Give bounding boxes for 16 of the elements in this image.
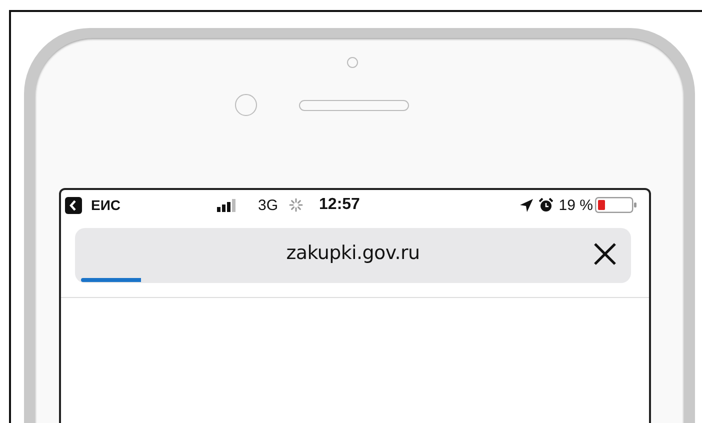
- close-button[interactable]: [593, 242, 617, 266]
- location-arrow-icon: [520, 198, 533, 212]
- battery-percentage: 19 %: [558, 196, 593, 214]
- speaker-icon: [299, 100, 409, 110]
- alarm-clock-icon: [538, 198, 553, 212]
- back-icon[interactable]: [65, 196, 82, 214]
- loading-spinner-icon: [289, 198, 304, 212]
- close-icon: [594, 243, 616, 265]
- sensor-icon: [347, 57, 358, 68]
- time: 12:57: [319, 196, 360, 214]
- url-text[interactable]: zakupki.gov.ru: [286, 242, 420, 264]
- camera-icon: [235, 94, 257, 116]
- network-type: 3G: [258, 196, 278, 214]
- battery-low-icon: [595, 197, 637, 213]
- signal-icon: [217, 198, 236, 212]
- back-app-label[interactable]: ЕИС: [91, 197, 121, 213]
